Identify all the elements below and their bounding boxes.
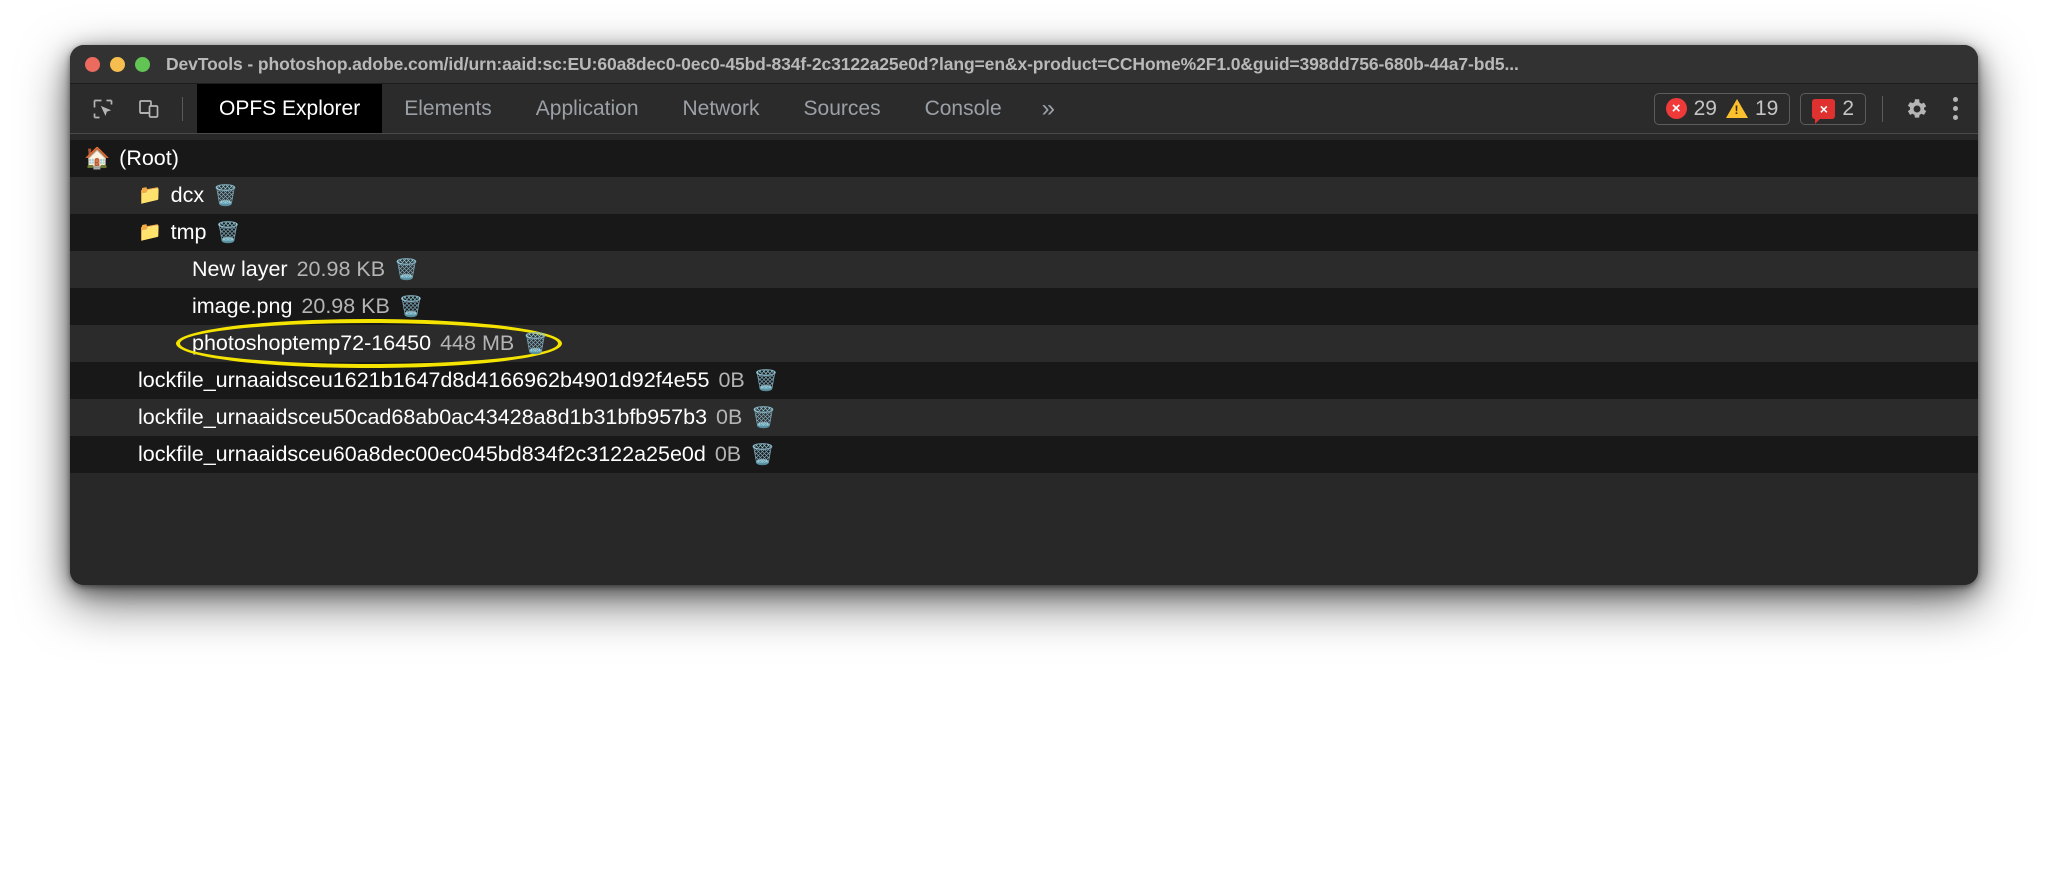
tab-opfs-explorer[interactable]: OPFS Explorer — [197, 84, 382, 133]
tree-row-content: image.png 20.98 KB 🗑️ — [70, 294, 424, 319]
inspect-element-icon[interactable] — [86, 92, 120, 126]
tree-row-size: 20.98 KB — [297, 257, 385, 282]
warning-count: 19 — [1755, 97, 1778, 121]
tree-row-name: lockfile_urnaaidsceu50cad68ab0ac43428a8d… — [138, 405, 707, 430]
tab-console[interactable]: Console — [903, 84, 1024, 133]
toolbar-divider-right — [1882, 96, 1883, 122]
tree-row-size: 448 MB — [440, 331, 514, 356]
tree-row-size: 0B — [715, 442, 741, 467]
window-titlebar: DevTools - photoshop.adobe.com/id/urn:aa… — [70, 45, 1978, 84]
devtools-tab-bar: OPFS Explorer Elements Application Netwo… — [197, 84, 1073, 133]
close-window-button[interactable] — [85, 57, 100, 72]
error-count: 29 — [1694, 97, 1717, 121]
tree-row-name: lockfile_urnaaidsceu60a8dec00ec045bd834f… — [138, 442, 706, 467]
tree-row-content: 🏠 (Root) — [70, 146, 179, 171]
folder-icon: 📁 — [138, 186, 162, 205]
tree-row-name: photoshoptemp72-16450 — [192, 331, 431, 356]
tree-row-name: tmp — [171, 220, 207, 245]
tree-row-name: dcx — [171, 183, 204, 208]
tree-row-folder-dcx[interactable]: 📁 dcx 🗑️ — [70, 177, 1978, 214]
issues-counter[interactable]: × 2 — [1800, 93, 1866, 125]
warning-icon — [1726, 99, 1748, 118]
tree-row-file-new-layer[interactable]: New layer 20.98 KB 🗑️ — [70, 251, 1978, 288]
issue-icon: × — [1812, 99, 1835, 119]
delete-trash-icon[interactable]: 🗑️ — [399, 297, 424, 317]
more-tabs-chevron-icon[interactable]: » — [1024, 84, 1073, 133]
minimize-window-button[interactable] — [110, 57, 125, 72]
more-options-icon[interactable] — [1943, 97, 1968, 120]
devtools-toolbar: OPFS Explorer Elements Application Netwo… — [70, 84, 1978, 134]
delete-trash-icon[interactable]: 🗑️ — [750, 445, 775, 465]
tab-application[interactable]: Application — [514, 84, 661, 133]
tree-row-name: lockfile_urnaaidsceu1621b1647d8d4166962b… — [138, 368, 709, 393]
toolbar-divider — [182, 97, 183, 121]
tree-row-file-lockfile-3[interactable]: lockfile_urnaaidsceu60a8dec00ec045bd834f… — [70, 436, 1978, 473]
tree-row-size: 20.98 KB — [301, 294, 389, 319]
error-badge[interactable]: × 29 — [1666, 97, 1717, 121]
toolbar-icon-group — [70, 84, 197, 133]
home-icon: 🏠 — [84, 148, 110, 169]
gear-icon[interactable] — [1899, 92, 1933, 126]
delete-trash-icon[interactable]: 🗑️ — [213, 186, 238, 206]
error-icon: × — [1666, 98, 1687, 119]
highlighted-file-group: photoshoptemp72-16450 448 MB 🗑️ — [192, 331, 548, 356]
tree-row-content: lockfile_urnaaidsceu1621b1647d8d4166962b… — [70, 368, 779, 393]
console-counters[interactable]: × 29 19 — [1654, 93, 1791, 125]
tree-row-content: photoshoptemp72-16450 448 MB 🗑️ — [70, 331, 548, 356]
tree-row-file-lockfile-2[interactable]: lockfile_urnaaidsceu50cad68ab0ac43428a8d… — [70, 399, 1978, 436]
tree-row-content: 📁 tmp 🗑️ — [70, 220, 240, 245]
delete-trash-icon[interactable]: 🗑️ — [523, 334, 548, 354]
window-title: DevTools - photoshop.adobe.com/id/urn:aa… — [166, 54, 1519, 75]
tree-row-content: 📁 dcx 🗑️ — [70, 183, 238, 208]
tab-elements[interactable]: Elements — [382, 84, 514, 133]
delete-trash-icon[interactable]: 🗑️ — [394, 260, 419, 280]
issue-count: 2 — [1842, 97, 1854, 121]
opfs-file-tree: 🏠 (Root) 📁 dcx 🗑️ 📁 tmp 🗑️ — [70, 134, 1978, 585]
toolbar-right-group: × 29 19 × 2 — [1654, 84, 1978, 133]
tree-row-name: image.png — [192, 294, 292, 319]
traffic-lights — [85, 57, 150, 72]
tab-sources[interactable]: Sources — [782, 84, 903, 133]
tree-row-name: (Root) — [119, 146, 179, 171]
tree-row-content: New layer 20.98 KB 🗑️ — [70, 257, 419, 282]
issue-badge[interactable]: × 2 — [1812, 97, 1854, 121]
tree-row-root[interactable]: 🏠 (Root) — [70, 140, 1978, 177]
tree-row-size: 0B — [716, 405, 742, 430]
tree-row-file-photoshoptemp[interactable]: photoshoptemp72-16450 448 MB 🗑️ — [70, 325, 1978, 362]
desktop-backdrop: DevTools - photoshop.adobe.com/id/urn:aa… — [0, 0, 2048, 884]
delete-trash-icon[interactable]: 🗑️ — [216, 223, 241, 243]
tree-row-file-lockfile-1[interactable]: lockfile_urnaaidsceu1621b1647d8d4166962b… — [70, 362, 1978, 399]
delete-trash-icon[interactable]: 🗑️ — [754, 371, 779, 391]
folder-icon: 📁 — [138, 223, 162, 242]
tree-row-folder-tmp[interactable]: 📁 tmp 🗑️ — [70, 214, 1978, 251]
tree-row-content: lockfile_urnaaidsceu60a8dec00ec045bd834f… — [70, 442, 775, 467]
tree-row-content: lockfile_urnaaidsceu50cad68ab0ac43428a8d… — [70, 405, 776, 430]
tab-network[interactable]: Network — [661, 84, 782, 133]
tree-row-name: New layer — [192, 257, 288, 282]
maximize-window-button[interactable] — [135, 57, 150, 72]
delete-trash-icon[interactable]: 🗑️ — [751, 408, 776, 428]
tree-row-size: 0B — [718, 368, 744, 393]
warning-badge[interactable]: 19 — [1726, 97, 1778, 121]
tree-row-file-image-png[interactable]: image.png 20.98 KB 🗑️ — [70, 288, 1978, 325]
device-toolbar-icon[interactable] — [132, 92, 166, 126]
devtools-window: DevTools - photoshop.adobe.com/id/urn:aa… — [70, 45, 1978, 585]
